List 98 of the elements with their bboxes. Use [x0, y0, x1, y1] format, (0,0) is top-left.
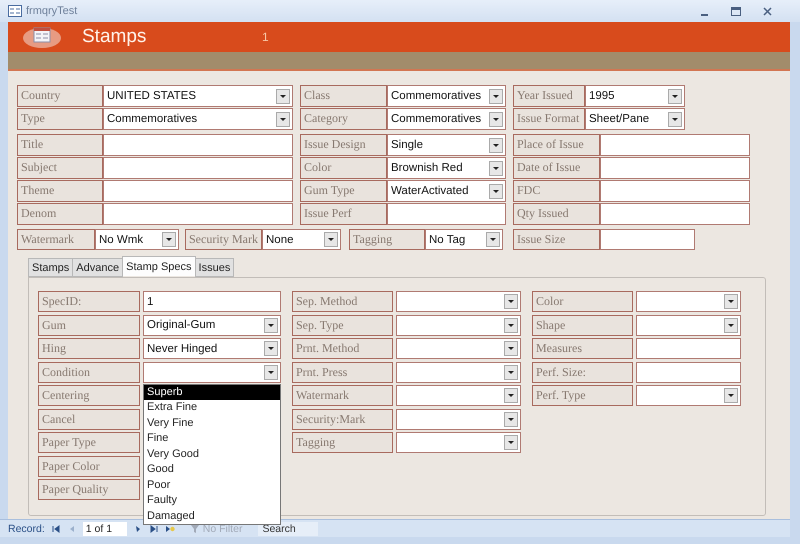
combo-box[interactable]: Original-Gum: [143, 314, 281, 336]
text-field[interactable]: [600, 134, 750, 156]
field-label: Year Issued: [513, 85, 585, 107]
field-label: Color: [300, 157, 387, 179]
combo-box[interactable]: [396, 408, 521, 430]
combo-box[interactable]: Commemoratives: [387, 108, 506, 130]
combo-box[interactable]: Commemoratives: [103, 108, 293, 130]
text-field[interactable]: 1: [143, 291, 281, 312]
field-label: Gum Type: [300, 180, 387, 202]
text-field[interactable]: [600, 229, 695, 250]
text-field[interactable]: [103, 180, 293, 202]
field-label: FDC: [513, 180, 600, 202]
dropdown-option[interactable]: Superb: [144, 384, 280, 400]
text-field[interactable]: [103, 157, 293, 179]
form-icon: [22, 25, 62, 49]
close-icon[interactable]: [763, 6, 772, 16]
text-field[interactable]: [103, 203, 293, 225]
field-label: Issue Design: [300, 134, 387, 156]
field-label: Sep. Type: [292, 314, 393, 336]
text-field[interactable]: [600, 180, 750, 202]
field-label: Watermark: [292, 385, 393, 406]
first-record-icon[interactable]: [50, 524, 61, 534]
field-label: Centering: [38, 385, 140, 406]
field-label: Measures: [532, 338, 633, 359]
text-field[interactable]: [600, 157, 750, 179]
field-label: Tagging: [349, 229, 425, 250]
combo-box[interactable]: No Tag: [425, 229, 503, 250]
field-label: Security Mark: [185, 229, 262, 250]
field-label: Sep. Method: [292, 291, 393, 312]
combo-box[interactable]: Never Hinged: [143, 338, 281, 359]
combo-box[interactable]: [143, 362, 281, 382]
text-field[interactable]: [636, 362, 741, 382]
combo-box[interactable]: [396, 432, 521, 453]
combo-box[interactable]: [636, 385, 741, 406]
last-record-icon[interactable]: [148, 524, 159, 534]
field-label: Shape: [532, 314, 633, 336]
field-label: Perf. Size:: [532, 362, 633, 382]
new-record-icon[interactable]: [164, 524, 175, 534]
combo-box[interactable]: 1995: [585, 85, 685, 107]
field-label: Security:Mark: [292, 408, 393, 430]
field-label: Tagging: [292, 432, 393, 453]
combo-box[interactable]: [396, 291, 521, 312]
field-label: Cancel: [38, 408, 140, 430]
field-label: Qty Issued: [513, 203, 600, 225]
field-label: Class: [300, 85, 387, 107]
field-label: Paper Type: [38, 432, 140, 453]
tab[interactable]: Advance: [72, 258, 124, 277]
field-label: Country: [17, 85, 103, 107]
combo-box[interactable]: Commemoratives: [387, 85, 506, 107]
tab[interactable]: Issues: [194, 258, 234, 277]
field-label: Place of Issue: [513, 134, 600, 156]
field-label: Denom: [17, 203, 103, 225]
field-label: Type: [17, 108, 103, 130]
text-field[interactable]: [600, 203, 750, 225]
field-label: Title: [17, 134, 103, 156]
combo-box[interactable]: [396, 314, 521, 336]
maximize-icon[interactable]: [731, 6, 741, 16]
field-label: SpecID:: [38, 291, 140, 312]
combo-box[interactable]: No Wmk: [95, 229, 179, 250]
combo-box[interactable]: None: [262, 229, 341, 250]
field-label: Theme: [17, 180, 103, 202]
combo-box[interactable]: [396, 385, 521, 406]
field-label: Date of Issue: [513, 157, 600, 179]
field-label: Subject: [17, 157, 103, 179]
record-label: Record:: [8, 522, 45, 534]
field-label: Gum: [38, 314, 140, 336]
combo-box[interactable]: WaterActivated: [387, 180, 506, 202]
combo-box[interactable]: Sheet/Pane: [585, 108, 685, 130]
combo-box[interactable]: UNITED STATES: [103, 85, 293, 107]
tab[interactable]: Stamp Specs: [122, 256, 196, 276]
text-field[interactable]: [103, 134, 293, 156]
field-label: Issue Size: [513, 229, 600, 250]
field-label: Paper Color: [38, 456, 140, 476]
form-icon: [8, 5, 22, 17]
window-title: frmqryTest: [26, 5, 78, 17]
field-label: Prnt. Method: [292, 338, 393, 359]
record-number: 1: [262, 30, 269, 44]
field-label: Issue Format: [513, 108, 585, 130]
field-label: Perf. Type: [532, 385, 633, 406]
field-label: Paper Quality: [38, 479, 140, 500]
combo-box[interactable]: [636, 314, 741, 336]
field-label: Color: [532, 291, 633, 312]
field-label: Prnt. Press: [292, 362, 393, 382]
field-label: Watermark: [17, 229, 95, 250]
field-label: Issue Perf: [300, 203, 387, 225]
combo-box[interactable]: [396, 338, 521, 359]
field-label: Condition: [38, 362, 140, 382]
tab[interactable]: Stamps: [28, 258, 74, 277]
combo-box[interactable]: Brownish Red: [387, 157, 506, 179]
combo-box[interactable]: [636, 291, 741, 312]
text-field[interactable]: [387, 203, 506, 225]
record-position-field[interactable]: 1 of 1: [82, 522, 127, 536]
combo-box[interactable]: [396, 362, 521, 382]
combo-box[interactable]: Single: [387, 134, 506, 156]
text-field[interactable]: [636, 338, 741, 359]
field-label: Category: [300, 108, 387, 130]
form-title: Stamps: [82, 26, 148, 48]
field-label: Hing: [38, 338, 140, 359]
